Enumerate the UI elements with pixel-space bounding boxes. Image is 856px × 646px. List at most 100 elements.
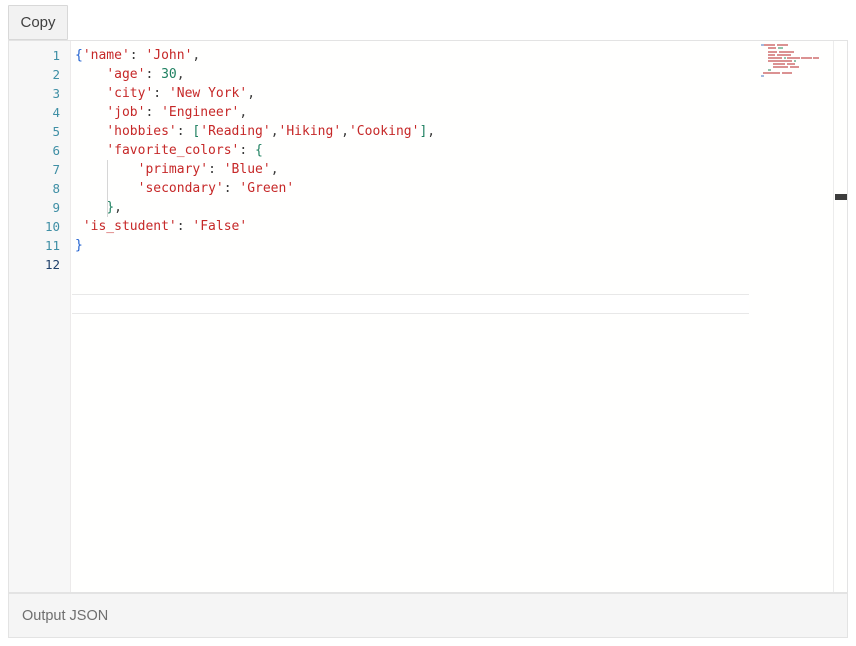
token-punc — [75, 67, 106, 82]
token-str: 'Blue' — [224, 162, 271, 177]
output-footer: Output JSON — [8, 593, 848, 638]
token-str: 'Engineer' — [161, 105, 239, 120]
token-punc — [75, 105, 106, 120]
minimap-segment — [768, 69, 771, 71]
active-line-highlight — [72, 294, 749, 314]
code-line-1: {'name': 'John', — [75, 46, 435, 65]
line-number-gutter: 123456789101112 — [9, 41, 71, 592]
token-str: 'Cooking' — [349, 124, 419, 139]
token-punc — [75, 219, 83, 234]
token-punc: , — [247, 86, 255, 101]
minimap-segment — [768, 57, 782, 59]
token-punc: , — [341, 124, 349, 139]
line-number-2: 2 — [10, 65, 60, 84]
code-line-6: 'favorite_colors': { — [75, 141, 435, 160]
token-punc: : — [239, 143, 255, 158]
minimap-row-11 — [761, 75, 819, 78]
minimap-segment — [768, 54, 775, 56]
minimap-segment — [773, 63, 785, 65]
token-punc — [75, 200, 106, 215]
token-str: 'job' — [106, 105, 145, 120]
minimap-segment — [768, 60, 792, 62]
minimap-segment — [764, 44, 775, 46]
token-str: 'secondary' — [138, 181, 224, 196]
token-str: 'favorite_colors' — [106, 143, 239, 158]
token-str: 'hobbies' — [106, 124, 176, 139]
token-str: 'John' — [145, 48, 192, 63]
line-number-5: 5 — [10, 122, 60, 141]
minimap-segment — [787, 63, 795, 65]
minimap-segment — [768, 47, 776, 49]
minimap-segment — [813, 57, 819, 59]
code-minimap[interactable] — [761, 44, 819, 78]
token-punc: , — [427, 124, 435, 139]
editor-toolbar: Copy — [0, 0, 856, 44]
token-str: 'New York' — [169, 86, 247, 101]
minimap-segment — [787, 57, 800, 59]
token-str: 'name' — [83, 48, 130, 63]
token-punc: : — [224, 181, 240, 196]
minimap-segment — [794, 60, 796, 62]
token-str: 'city' — [106, 86, 153, 101]
token-punc: : — [208, 162, 224, 177]
token-str: 'primary' — [138, 162, 208, 177]
minimap-segment — [773, 66, 788, 68]
indent-guide — [107, 160, 108, 217]
code-line-8: 'secondary': 'Green' — [75, 179, 435, 198]
code-line-7: 'primary': 'Blue', — [75, 160, 435, 179]
token-br: { — [255, 143, 263, 158]
token-punc — [75, 124, 106, 139]
line-number-3: 3 — [10, 84, 60, 103]
token-brace: { — [75, 48, 83, 63]
minimap-segment — [761, 75, 764, 77]
token-punc: , — [192, 48, 200, 63]
minimap-segment — [768, 51, 777, 53]
token-punc: , — [177, 67, 185, 82]
copy-button[interactable]: Copy — [8, 5, 68, 40]
token-str: 'is_student' — [83, 219, 177, 234]
line-number-1: 1 — [10, 46, 60, 65]
code-line-3: 'city': 'New York', — [75, 84, 435, 103]
code-line-2: 'age': 30, — [75, 65, 435, 84]
code-editor[interactable]: 123456789101112 {'name': 'John', 'age': … — [8, 40, 848, 593]
token-punc: : — [177, 124, 193, 139]
minimap-segment — [763, 72, 780, 74]
minimap-segment — [782, 72, 792, 74]
token-brace: } — [75, 238, 83, 253]
minimap-segment — [779, 51, 794, 53]
vertical-scrollbar[interactable] — [833, 41, 847, 592]
code-line-4: 'job': 'Engineer', — [75, 103, 435, 122]
code-content-area[interactable]: {'name': 'John', 'age': 30, 'city': 'New… — [71, 41, 847, 592]
line-number-4: 4 — [10, 103, 60, 122]
minimap-segment — [777, 44, 788, 46]
line-number-11: 11 — [10, 236, 60, 255]
token-punc: , — [271, 162, 279, 177]
line-number-7: 7 — [10, 160, 60, 179]
code-line-12 — [75, 255, 435, 274]
scrollbar-thumb[interactable] — [835, 194, 847, 200]
minimap-segment — [778, 47, 783, 49]
token-punc: : — [130, 48, 146, 63]
minimap-segment — [790, 66, 799, 68]
code-text: {'name': 'John', 'age': 30, 'city': 'New… — [75, 46, 435, 274]
line-number-12: 12 — [10, 255, 60, 274]
token-str: 'Hiking' — [279, 124, 342, 139]
code-line-11: } — [75, 236, 435, 255]
token-num: 30 — [161, 67, 177, 82]
token-punc: : — [145, 67, 161, 82]
token-str: 'False' — [192, 219, 247, 234]
token-str: 'Reading' — [200, 124, 270, 139]
token-punc: : — [145, 105, 161, 120]
minimap-segment — [801, 57, 812, 59]
token-punc — [75, 86, 106, 101]
minimap-segment — [777, 54, 791, 56]
line-number-10: 10 — [10, 217, 60, 236]
output-json-label: Output JSON — [22, 608, 108, 624]
minimap-segment — [784, 57, 786, 59]
line-number-8: 8 — [10, 179, 60, 198]
token-punc: : — [177, 219, 193, 234]
code-line-9: }, — [75, 198, 435, 217]
token-str: 'age' — [106, 67, 145, 82]
line-number-6: 6 — [10, 141, 60, 160]
token-punc — [75, 143, 106, 158]
